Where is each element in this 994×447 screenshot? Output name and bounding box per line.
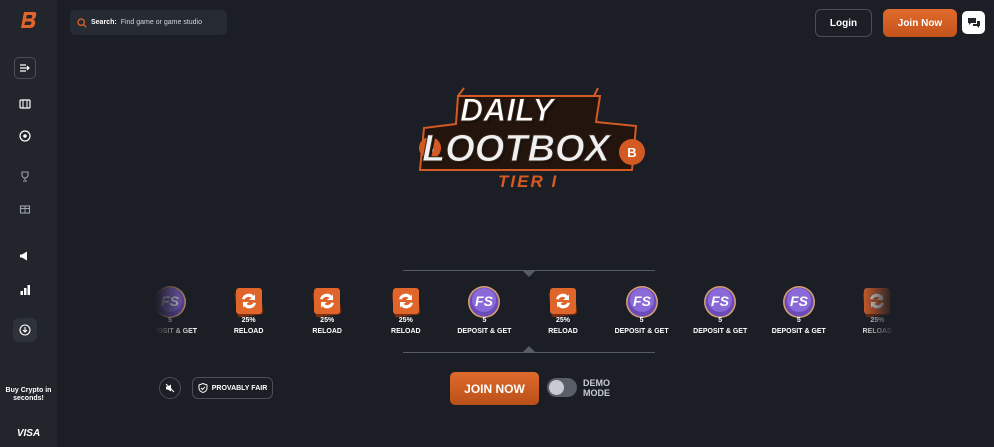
- reward-card-free-spins: FS 5 DEPOSIT & GET: [449, 283, 519, 343]
- svg-text:FS: FS: [711, 293, 730, 309]
- svg-text:FS: FS: [633, 293, 652, 309]
- reward-name: DEPOSIT & GET: [457, 328, 512, 335]
- reward-name: RELOAD: [233, 328, 264, 335]
- chat-button[interactable]: [962, 11, 985, 34]
- svg-text:FS: FS: [790, 293, 809, 309]
- download-icon: [19, 324, 31, 336]
- reward-value: 25%: [320, 317, 335, 324]
- sidebar-item-slots[interactable]: [14, 93, 36, 115]
- join-now-button[interactable]: JOIN NOW: [450, 372, 539, 405]
- reward-card-free-spins: FS 5 DEPOSIT & GET: [764, 283, 834, 343]
- download-app-button[interactable]: [13, 318, 37, 342]
- reward-value: 5: [796, 317, 801, 324]
- sidebar: Buy Crypto in seconds! VISA: [0, 0, 57, 447]
- search-label: Search:: [91, 19, 117, 26]
- daily-lootbox-logo: B B DAILY LOOTBOX TIER I: [400, 82, 660, 202]
- free-spins-icon: FS: [782, 286, 815, 318]
- reward-name: DEPOSIT & GET: [693, 328, 748, 335]
- login-button[interactable]: Login: [815, 9, 872, 37]
- reward-name: DEPOSIT & GET: [614, 328, 669, 335]
- carousel-fade-right: [858, 280, 894, 344]
- reward-card-reload: 25% RELOAD: [292, 283, 362, 343]
- reward-value: 5: [718, 317, 723, 324]
- demo-mode-label: DEMO MODE: [583, 378, 610, 398]
- carousel-fade-left: [155, 280, 195, 344]
- sound-toggle-button[interactable]: [159, 377, 181, 399]
- sidebar-item-news[interactable]: [14, 245, 36, 267]
- free-spins-icon: FS: [468, 286, 501, 318]
- reward-card-reload: 25% RELOAD: [214, 283, 284, 343]
- provably-fair-label: PROVABLY FAIR: [211, 384, 268, 392]
- sidebar-item-leaderboard[interactable]: [14, 279, 36, 301]
- title-lootbox: LOOTBOX: [422, 128, 611, 171]
- visa-logo: VISA: [16, 428, 41, 439]
- free-spins-icon: FS: [704, 286, 737, 318]
- sidebar-item-tournaments[interactable]: [14, 166, 36, 188]
- reward-value: 5: [639, 317, 644, 324]
- reload-icon: [391, 288, 421, 318]
- join-now-header-button[interactable]: Join Now: [883, 9, 957, 37]
- search-placeholder: Find game or game studio: [120, 19, 203, 26]
- reward-name: RELOAD: [391, 328, 421, 335]
- sound-off-icon: [165, 383, 175, 393]
- title-daily: DAILY: [460, 92, 555, 129]
- reward-card-free-spins: FS 5 DEPOSIT & GET: [607, 283, 677, 343]
- reward-card-reload: 25% RELOAD: [371, 283, 441, 343]
- svg-text:FS: FS: [475, 293, 494, 309]
- brand-logo[interactable]: [19, 10, 39, 30]
- svg-text:B: B: [627, 145, 636, 160]
- provably-fair-button[interactable]: PROVABLY FAIR: [192, 377, 273, 399]
- reload-icon: [234, 288, 263, 318]
- reward-value: 5: [482, 317, 487, 324]
- carousel-pointer-top: [523, 271, 535, 277]
- roulette-icon: [19, 130, 31, 142]
- leaderboard-icon: [20, 285, 30, 295]
- gift-icon: [19, 205, 31, 214]
- menu-expand-button[interactable]: [14, 57, 36, 79]
- reward-name: RELOAD: [548, 328, 578, 335]
- reward-value: 25%: [241, 317, 256, 324]
- trophy-icon: [21, 171, 29, 182]
- reload-icon: [312, 288, 342, 318]
- reward-card-reload: 25% RELOAD: [528, 283, 598, 343]
- menu-expand-icon: [20, 64, 30, 72]
- reward-value: 25%: [398, 317, 413, 324]
- search-icon: [77, 17, 87, 28]
- reward-card-free-spins: FS 5 DEPOSIT & GET: [685, 283, 755, 343]
- reward-value: 25%: [555, 317, 570, 324]
- slots-icon: [19, 99, 31, 109]
- reward-name: RELOAD: [312, 328, 342, 335]
- shield-check-icon: [198, 383, 208, 393]
- sidebar-item-casino[interactable]: [14, 125, 36, 147]
- reward-carousel: FS 5 DEPOSIT & GET 25% RELOAD 25% RELOAD 25% REL…: [155, 283, 893, 343]
- title-tier: TIER I: [498, 172, 559, 191]
- chat-icon: [967, 17, 980, 28]
- carousel-bottom-divider: [403, 352, 655, 353]
- reload-icon: [548, 288, 578, 318]
- carousel-pointer-bottom: [523, 346, 535, 352]
- megaphone-icon: [20, 251, 27, 261]
- search-input[interactable]: Search: Find game or game studio: [70, 10, 227, 35]
- free-spins-icon: FS: [625, 286, 658, 318]
- reward-name: DEPOSIT & GET: [771, 328, 826, 335]
- demo-mode-toggle-knob: [549, 380, 564, 395]
- buy-crypto-text[interactable]: Buy Crypto in seconds!: [0, 387, 57, 403]
- demo-mode-toggle[interactable]: [547, 378, 577, 397]
- sidebar-item-promotions[interactable]: [14, 197, 36, 219]
